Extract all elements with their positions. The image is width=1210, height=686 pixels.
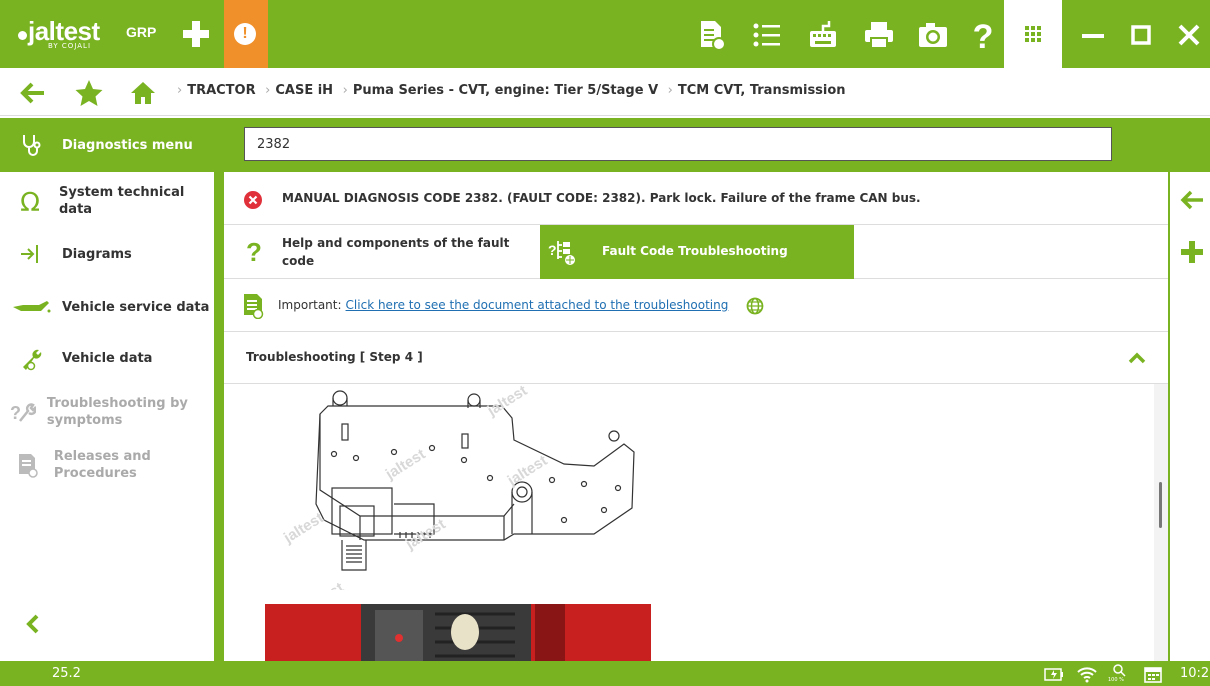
home-icon[interactable]	[128, 78, 158, 108]
close-icon[interactable]	[1172, 18, 1206, 52]
alert-button[interactable]: !	[224, 0, 268, 68]
apps-grid-button[interactable]	[1004, 0, 1062, 68]
svg-text:?: ?	[973, 18, 994, 52]
oil-can-icon	[13, 301, 51, 313]
back-arrow-icon[interactable]	[1178, 186, 1206, 214]
help-question-icon: ?	[246, 237, 262, 267]
search-field[interactable]	[244, 127, 1112, 161]
clock: 10:21	[1180, 666, 1210, 681]
diagram-icon	[21, 245, 38, 263]
attached-document-row: Important: Click here to see the document…	[224, 279, 1168, 332]
omega-icon: Ω	[20, 188, 40, 214]
wrench-icon	[23, 349, 42, 371]
sidebar-item-diagrams[interactable]: Diagrams	[0, 228, 214, 280]
fault-title: MANUAL DIAGNOSIS CODE 2382. (FAULT CODE:…	[282, 191, 921, 205]
procedures-icon	[18, 454, 38, 478]
grp-mode-label[interactable]: GRP	[126, 24, 156, 40]
zoom-level: 100 %	[1108, 677, 1124, 683]
wifi-icon	[1077, 667, 1097, 683]
fault-tabs: ? Help and components of the fault code …	[224, 225, 1168, 279]
svg-text:jaltest: jaltest	[402, 516, 449, 554]
svg-text:jaltest: jaltest	[280, 509, 327, 547]
main-panel: MANUAL DIAGNOSIS CODE 2382. (FAULT CODE:…	[224, 172, 1168, 661]
svg-text:jaltest: jaltest	[382, 446, 429, 484]
printer-icon[interactable]	[862, 18, 896, 52]
svg-text:?: ?	[548, 242, 557, 258]
troubleshooting-flow-icon: ?	[548, 241, 575, 265]
tab-help-and-components[interactable]: ? Help and components of the fault code	[224, 225, 540, 279]
svg-text:Ω: Ω	[20, 188, 40, 214]
scrollbar-thumb[interactable]	[1159, 482, 1162, 528]
error-icon	[244, 191, 262, 209]
minimize-icon[interactable]	[1076, 18, 1110, 52]
tcm-location-photo	[265, 604, 651, 661]
list-icon[interactable]	[750, 18, 784, 52]
zoom-icon	[1113, 664, 1126, 677]
globe-icon[interactable]	[746, 297, 764, 315]
troubleshooting-step-header[interactable]: Troubleshooting [ Step 4 ]	[224, 332, 1168, 384]
sidebar-item-system-technical-data[interactable]: Ω System technical data	[0, 174, 214, 228]
document-icon	[244, 294, 264, 319]
version-label: 25.2	[52, 666, 81, 681]
add-icon[interactable]	[1178, 238, 1206, 266]
plus-icon[interactable]	[180, 18, 212, 50]
camera-icon[interactable]	[916, 18, 950, 52]
svg-text:jaltest: jaltest	[300, 579, 347, 590]
collapse-sidebar-icon[interactable]	[22, 612, 46, 636]
chevron-up-icon[interactable]	[1127, 348, 1147, 368]
sidebar: Diagnostics menu Ω System technical data…	[0, 118, 214, 661]
step-title: Troubleshooting [ Step 4 ]	[246, 350, 423, 364]
sidebar-item-vehicle-data[interactable]: Vehicle data	[0, 332, 214, 384]
status-bar: 25.2 100 % 10:21	[0, 661, 1210, 686]
zoom-indicator[interactable]: 100 %	[1108, 663, 1130, 685]
back-arrow-icon[interactable]	[18, 78, 48, 108]
search-input[interactable]	[245, 128, 1111, 160]
calendar-icon	[1144, 667, 1162, 683]
alert-icon: !	[234, 23, 256, 45]
favorite-star-icon[interactable]	[74, 78, 104, 108]
sidebar-item-vehicle-service-data[interactable]: Vehicle service data	[0, 280, 214, 334]
content-frame-left	[214, 118, 224, 661]
attached-document-link[interactable]: Click here to see the document attached …	[346, 298, 729, 312]
help-icon[interactable]: ?	[966, 18, 1000, 52]
sidebar-item-releases-and-procedures[interactable]: Releases and Procedures	[0, 440, 214, 490]
fault-code-header: MANUAL DIAGNOSIS CODE 2382. (FAULT CODE:…	[224, 172, 1168, 225]
apps-grid-icon	[1025, 26, 1041, 42]
important-label: Important:	[278, 298, 342, 312]
breadcrumb-item[interactable]: TRACTOR	[187, 83, 255, 98]
stethoscope-icon	[23, 135, 41, 156]
title-bar: jaltest BY COJALI GRP ! ?	[0, 0, 1210, 68]
battery-icon	[1044, 668, 1063, 681]
tcm-module-illustration: jaltest jaltest jaltest jaltest jaltest jalt…	[264, 384, 654, 590]
breadcrumb-bar: › TRACTOR › CASE iH › Puma Series - CVT, en…	[0, 68, 1210, 116]
document-icon[interactable]	[694, 18, 728, 52]
svg-text:jaltest: jaltest	[484, 384, 531, 420]
right-tool-column	[1170, 172, 1210, 661]
jaltest-logo: jaltest BY COJALI	[18, 18, 100, 50]
search-icon[interactable]	[1124, 130, 1154, 160]
keyboard-icon[interactable]	[806, 18, 840, 52]
sidebar-item-diagnostics-menu[interactable]: Diagnostics menu	[0, 118, 214, 172]
breadcrumb-item[interactable]: Puma Series - CVT, engine: Tier 5/Stage …	[353, 83, 658, 98]
tab-fault-code-troubleshooting[interactable]: ? Fault Code Troubleshooting	[540, 225, 854, 279]
breadcrumb-item[interactable]: CASE iH	[275, 83, 333, 98]
breadcrumb: › TRACTOR › CASE iH › Puma Series - CVT, en…	[177, 83, 846, 98]
breadcrumb-item[interactable]: TCM CVT, Transmission	[678, 83, 846, 98]
svg-text:jaltest: jaltest	[504, 452, 551, 490]
sidebar-item-troubleshooting-by-symptoms[interactable]: ? Troubleshooting by symptoms	[0, 384, 214, 440]
help-button[interactable]: ?	[1184, 128, 1201, 160]
maximize-icon[interactable]	[1124, 18, 1158, 52]
troubleshooting-icon: ?	[10, 403, 37, 423]
step-content: jaltest jaltest jaltest jaltest jaltest jalt…	[224, 384, 1154, 661]
